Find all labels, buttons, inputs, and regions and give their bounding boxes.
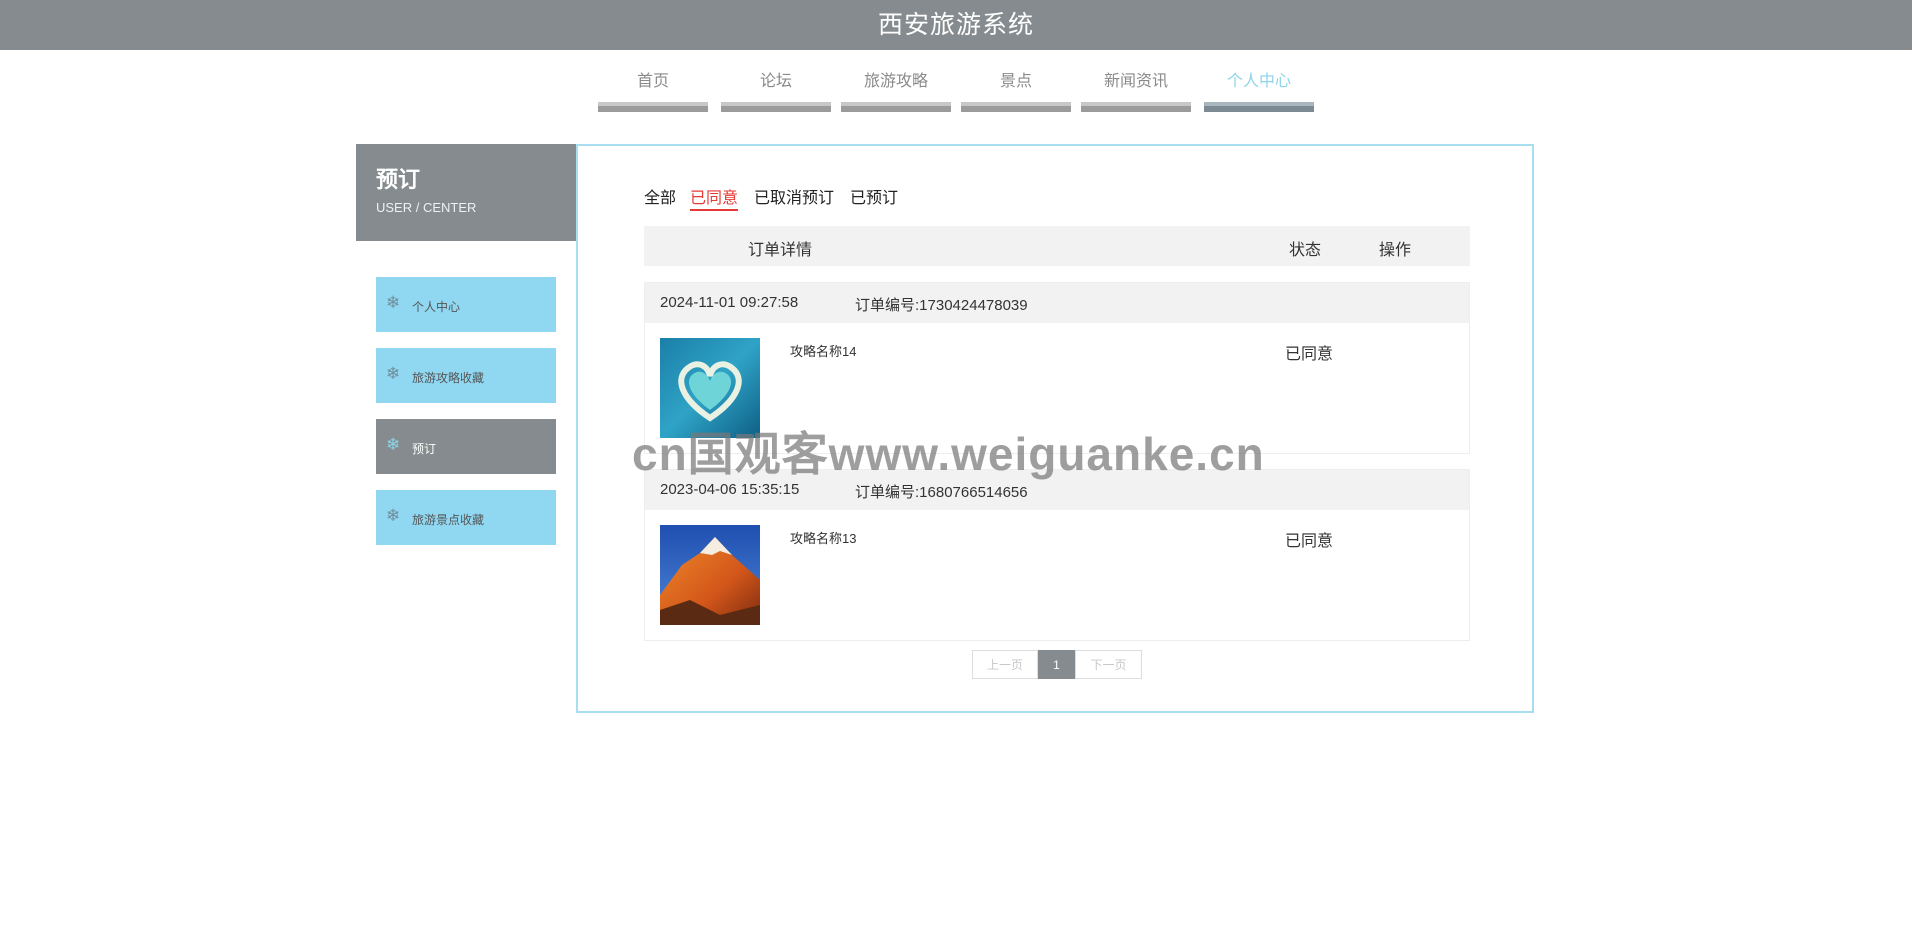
sidebar-item-label: 旅游景点收藏 <box>412 513 485 527</box>
watermark: cn国观客www.weiguanke.cn <box>632 428 1265 480</box>
nav-forum-label: 论坛 <box>759 73 792 90</box>
snowflake-icon: ❄ <box>386 293 401 312</box>
header-status: 状态 <box>1289 242 1322 259</box>
sidebar-subtitle: USER / CENTER <box>376 200 477 215</box>
snowflake-icon: ❄ <box>386 435 401 454</box>
sidebar-item-guide-favorites[interactable]: ❄ 旅游攻略收藏 <box>376 348 556 403</box>
sidebar-header: 预订 USER / CENTER <box>356 144 576 241</box>
orders-table-header: 订单详情 状态 操作 <box>644 226 1470 266</box>
header-detail: 订单详情 <box>748 242 813 259</box>
tab-agreed[interactable]: 已同意 <box>690 184 739 211</box>
nav-news[interactable]: 新闻资讯 <box>1081 70 1191 114</box>
nav-attractions[interactable]: 景点 <box>961 70 1071 114</box>
sidebar-title: 预订 <box>376 167 421 192</box>
order-row-header: 2024-11-01 09:27:58 订单编号:1730424478039 <box>645 283 1469 323</box>
order-time: 2024-11-01 09:27:58 <box>660 294 799 311</box>
prev-page-button[interactable]: 上一页 <box>972 650 1038 679</box>
nav-personal-center-label: 个人中心 <box>1226 73 1291 90</box>
order-number: 订单编号:1730424478039 <box>855 297 1028 314</box>
order-status: 已同意 <box>1285 533 1334 550</box>
nav-travel-guides-label: 旅游攻略 <box>863 73 928 90</box>
order-row: 2023-04-06 15:35:15 订单编号:1680766514656 攻… <box>644 469 1470 641</box>
nav-travel-guides[interactable]: 旅游攻略 <box>841 70 951 114</box>
main-nav: 首页 论坛 旅游攻略 景点 新闻资讯 个人中心 <box>0 70 1912 114</box>
tab-booked[interactable]: 已预订 <box>850 184 898 208</box>
sidebar-item-booking[interactable]: ❄ 预订 <box>376 419 556 474</box>
sidebar-item-label: 个人中心 <box>412 300 461 314</box>
nav-attractions-label: 景点 <box>999 73 1032 90</box>
nav-personal-center[interactable]: 个人中心 <box>1204 70 1314 114</box>
next-page-button[interactable]: 下一页 <box>1075 650 1142 679</box>
order-item-name[interactable]: 攻略名称13 <box>790 528 856 547</box>
snowflake-icon: ❄ <box>386 506 401 525</box>
header-action: 操作 <box>1379 242 1412 259</box>
snowflake-icon: ❄ <box>386 364 401 383</box>
sidebar-item-label: 预订 <box>412 442 437 456</box>
nav-home-label: 首页 <box>636 73 669 90</box>
tab-all[interactable]: 全部 <box>644 184 676 208</box>
nav-forum[interactable]: 论坛 <box>721 70 831 114</box>
sidebar-item-label: 旅游攻略收藏 <box>412 371 485 385</box>
page-1-button[interactable]: 1 <box>1038 650 1075 679</box>
sidebar-item-personal-center[interactable]: ❄ 个人中心 <box>376 277 556 332</box>
sidebar-item-attraction-favorites[interactable]: ❄ 旅游景点收藏 <box>376 490 556 545</box>
order-number: 订单编号:1680766514656 <box>855 484 1028 501</box>
order-item-name[interactable]: 攻略名称14 <box>790 341 856 360</box>
mountain-image[interactable] <box>660 525 760 625</box>
tab-cancelled[interactable]: 已取消预订 <box>754 184 834 208</box>
app-title-bar: 西安旅游系统 <box>0 0 1912 50</box>
nav-home[interactable]: 首页 <box>598 70 708 114</box>
app-title: 西安旅游系统 <box>877 11 1034 39</box>
order-status: 已同意 <box>1285 346 1334 363</box>
nav-news-label: 新闻资讯 <box>1103 73 1168 90</box>
